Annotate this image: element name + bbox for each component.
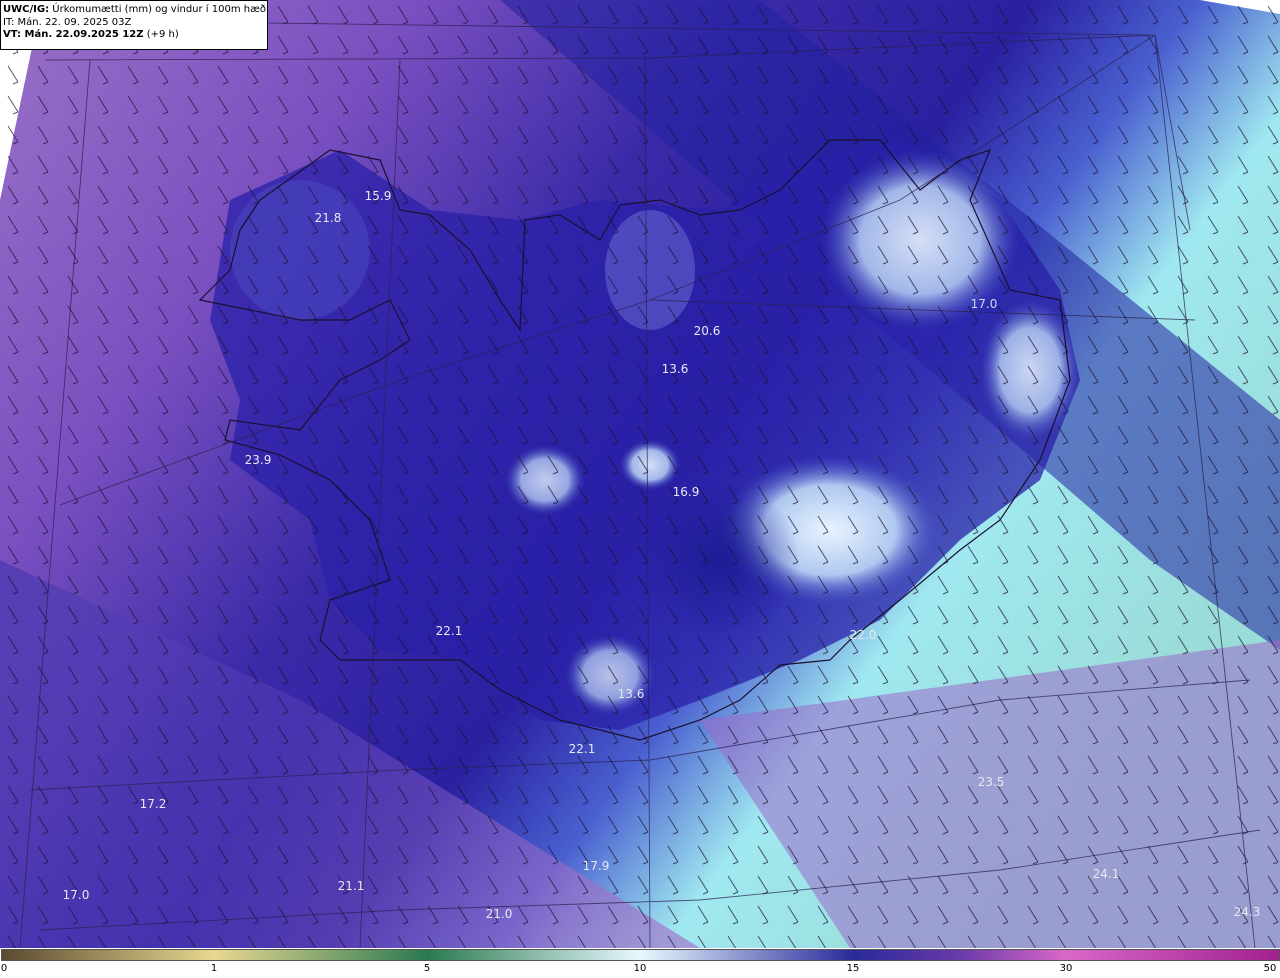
station-value: 22.1 bbox=[435, 624, 463, 638]
station-value: 20.6 bbox=[693, 324, 721, 338]
colorbar: 0 1 5 10 15 30 50 bbox=[0, 948, 1280, 978]
map-canvas bbox=[0, 0, 1280, 948]
colorbar-strip bbox=[1, 949, 1280, 961]
colorbar-tick-10: 10 bbox=[633, 963, 647, 974]
station-value: 17.9 bbox=[582, 859, 610, 873]
station-value: 24.3 bbox=[1233, 905, 1261, 919]
colorbar-tick-15: 15 bbox=[846, 963, 860, 974]
title-line: UWC/IG: Úrkomumætti (mm) og vindur í 100… bbox=[3, 4, 267, 17]
map-area: UWC/IG: Úrkomumætti (mm) og vindur í 100… bbox=[0, 0, 1280, 948]
colorbar-tick-5: 5 bbox=[423, 963, 431, 974]
station-value: 17.0 bbox=[970, 297, 998, 311]
station-value: 13.6 bbox=[617, 687, 645, 701]
station-value: 21.8 bbox=[314, 211, 342, 225]
colorbar-tick-50: 50 bbox=[1263, 963, 1277, 974]
station-value: 24.1 bbox=[1092, 867, 1120, 881]
station-value: 23.9 bbox=[244, 453, 272, 467]
model-prefix: UWC/IG: bbox=[3, 4, 50, 15]
init-time: IT: Mán. 22. 09. 2025 03Z bbox=[3, 16, 132, 28]
station-value: 16.9 bbox=[672, 485, 700, 499]
header-box: UWC/IG: Úrkomumætti (mm) og vindur í 100… bbox=[0, 0, 268, 50]
station-value: 15.9 bbox=[364, 189, 392, 203]
valid-time-line: VT: Mán. 22.09.2025 12Z (+9 h) bbox=[3, 29, 267, 42]
colorbar-tick-0: 0 bbox=[0, 963, 8, 974]
lead-time: (+9 h) bbox=[143, 29, 179, 40]
colorbar-tick-1: 1 bbox=[210, 963, 218, 974]
station-value: 23.5 bbox=[977, 775, 1005, 789]
station-value: 22.1 bbox=[568, 742, 596, 756]
station-value: 17.0 bbox=[62, 888, 90, 902]
colorbar-tick-30: 30 bbox=[1059, 963, 1073, 974]
valid-time: VT: Mán. 22.09.2025 12Z bbox=[3, 29, 144, 40]
station-value: 21.0 bbox=[485, 907, 513, 921]
map-title: Úrkomumætti (mm) og vindur í 100m hæð bbox=[49, 4, 267, 15]
station-value: 22.0 bbox=[849, 628, 877, 642]
station-value: 17.2 bbox=[139, 797, 167, 811]
station-value: 13.6 bbox=[661, 362, 689, 376]
station-value: 21.1 bbox=[337, 879, 365, 893]
wind-barbs bbox=[0, 0, 1280, 948]
